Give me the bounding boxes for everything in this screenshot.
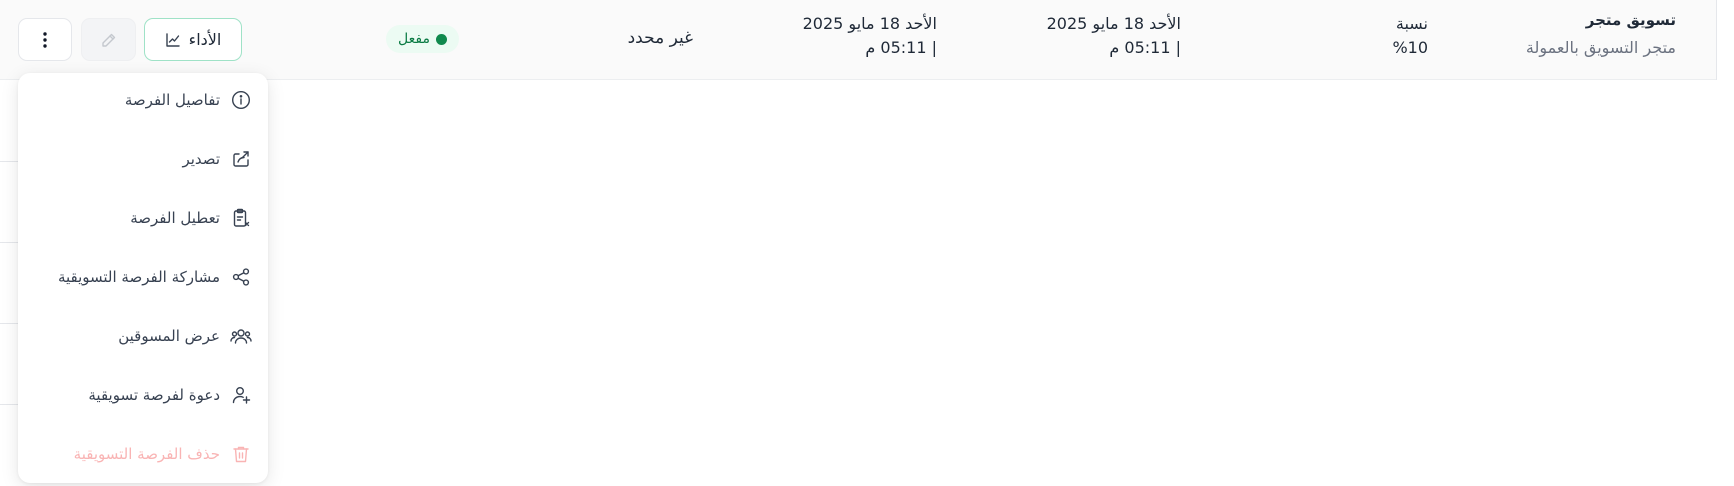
table-row: تسويق متجر متجر التسويق بالعمولة نسبة %1… xyxy=(0,0,1716,80)
performance-button[interactable]: الأداء xyxy=(144,18,242,61)
start-date: الأحد 18 مايو 2025 xyxy=(1046,14,1181,33)
menu-item-label: تعطيل الفرصة xyxy=(130,209,220,227)
menu-item-disable[interactable]: تعطيل الفرصة xyxy=(22,198,252,238)
row-divider xyxy=(0,161,20,162)
status-badge: مفعل xyxy=(386,25,459,53)
start-time: | 05:11 م xyxy=(1109,38,1181,57)
users-icon xyxy=(230,325,252,347)
menu-item-export[interactable]: تصدير xyxy=(22,139,252,179)
menu-item-view-marketers[interactable]: عرض المسوقين xyxy=(22,316,252,356)
share-icon xyxy=(230,266,252,288)
row-divider xyxy=(0,323,20,324)
edit-button[interactable] xyxy=(81,18,136,61)
info-icon xyxy=(230,89,252,111)
menu-item-details[interactable]: تفاصيل الفرصة xyxy=(22,80,252,120)
menu-item-delete[interactable]: حذف الفرصة التسويقية xyxy=(22,434,252,474)
menu-item-label: حذف الفرصة التسويقية xyxy=(73,445,220,463)
end-time: | 05:11 م xyxy=(865,38,937,57)
clipboard-x-icon xyxy=(230,207,252,229)
end-date-cell: الأحد 18 مايو 2025 | 05:11 م xyxy=(747,14,937,57)
menu-item-invite[interactable]: دعوة لفرصة تسويقية xyxy=(22,375,252,415)
export-icon xyxy=(230,148,252,170)
chart-icon xyxy=(165,32,181,48)
pencil-icon xyxy=(100,31,118,49)
store-subtitle: متجر التسويق بالعمولة xyxy=(1525,38,1676,57)
actions-dropdown-menu: تفاصيل الفرصة تصدير تعطيل الفرصة مشاركة … xyxy=(18,73,268,483)
commission-label: نسبة xyxy=(1395,14,1428,33)
limit-cell: غير محدد xyxy=(627,28,693,48)
row-divider xyxy=(0,242,20,243)
status-dot xyxy=(435,33,447,45)
store-cell: تسويق متجر متجر التسويق بالعمولة xyxy=(1446,11,1676,57)
row-divider xyxy=(0,404,20,405)
menu-item-label: مشاركة الفرصة التسويقية xyxy=(57,268,220,286)
commission-value: %10 xyxy=(1392,38,1428,57)
performance-label: الأداء xyxy=(188,30,222,49)
kebab-menu-icon xyxy=(43,31,47,48)
menu-item-share[interactable]: مشاركة الفرصة التسويقية xyxy=(22,257,252,297)
commission-cell: نسبة %10 xyxy=(1308,14,1428,57)
start-date-cell: الأحد 18 مايو 2025 | 05:11 م xyxy=(991,14,1181,57)
store-title: تسويق متجر xyxy=(1585,11,1676,29)
status-label: مفعل xyxy=(398,31,430,47)
menu-item-label: تفاصيل الفرصة xyxy=(124,91,220,109)
page: تسويق متجر متجر التسويق بالعمولة نسبة %1… xyxy=(0,0,1734,486)
more-actions-button[interactable] xyxy=(18,18,72,61)
user-plus-icon xyxy=(230,384,252,406)
scrollbar-track xyxy=(1716,0,1717,80)
menu-item-label: عرض المسوقين xyxy=(118,327,220,345)
menu-item-label: تصدير xyxy=(182,150,220,168)
end-date: الأحد 18 مايو 2025 xyxy=(802,14,937,33)
trash-icon xyxy=(230,443,252,465)
menu-item-label: دعوة لفرصة تسويقية xyxy=(88,386,220,404)
